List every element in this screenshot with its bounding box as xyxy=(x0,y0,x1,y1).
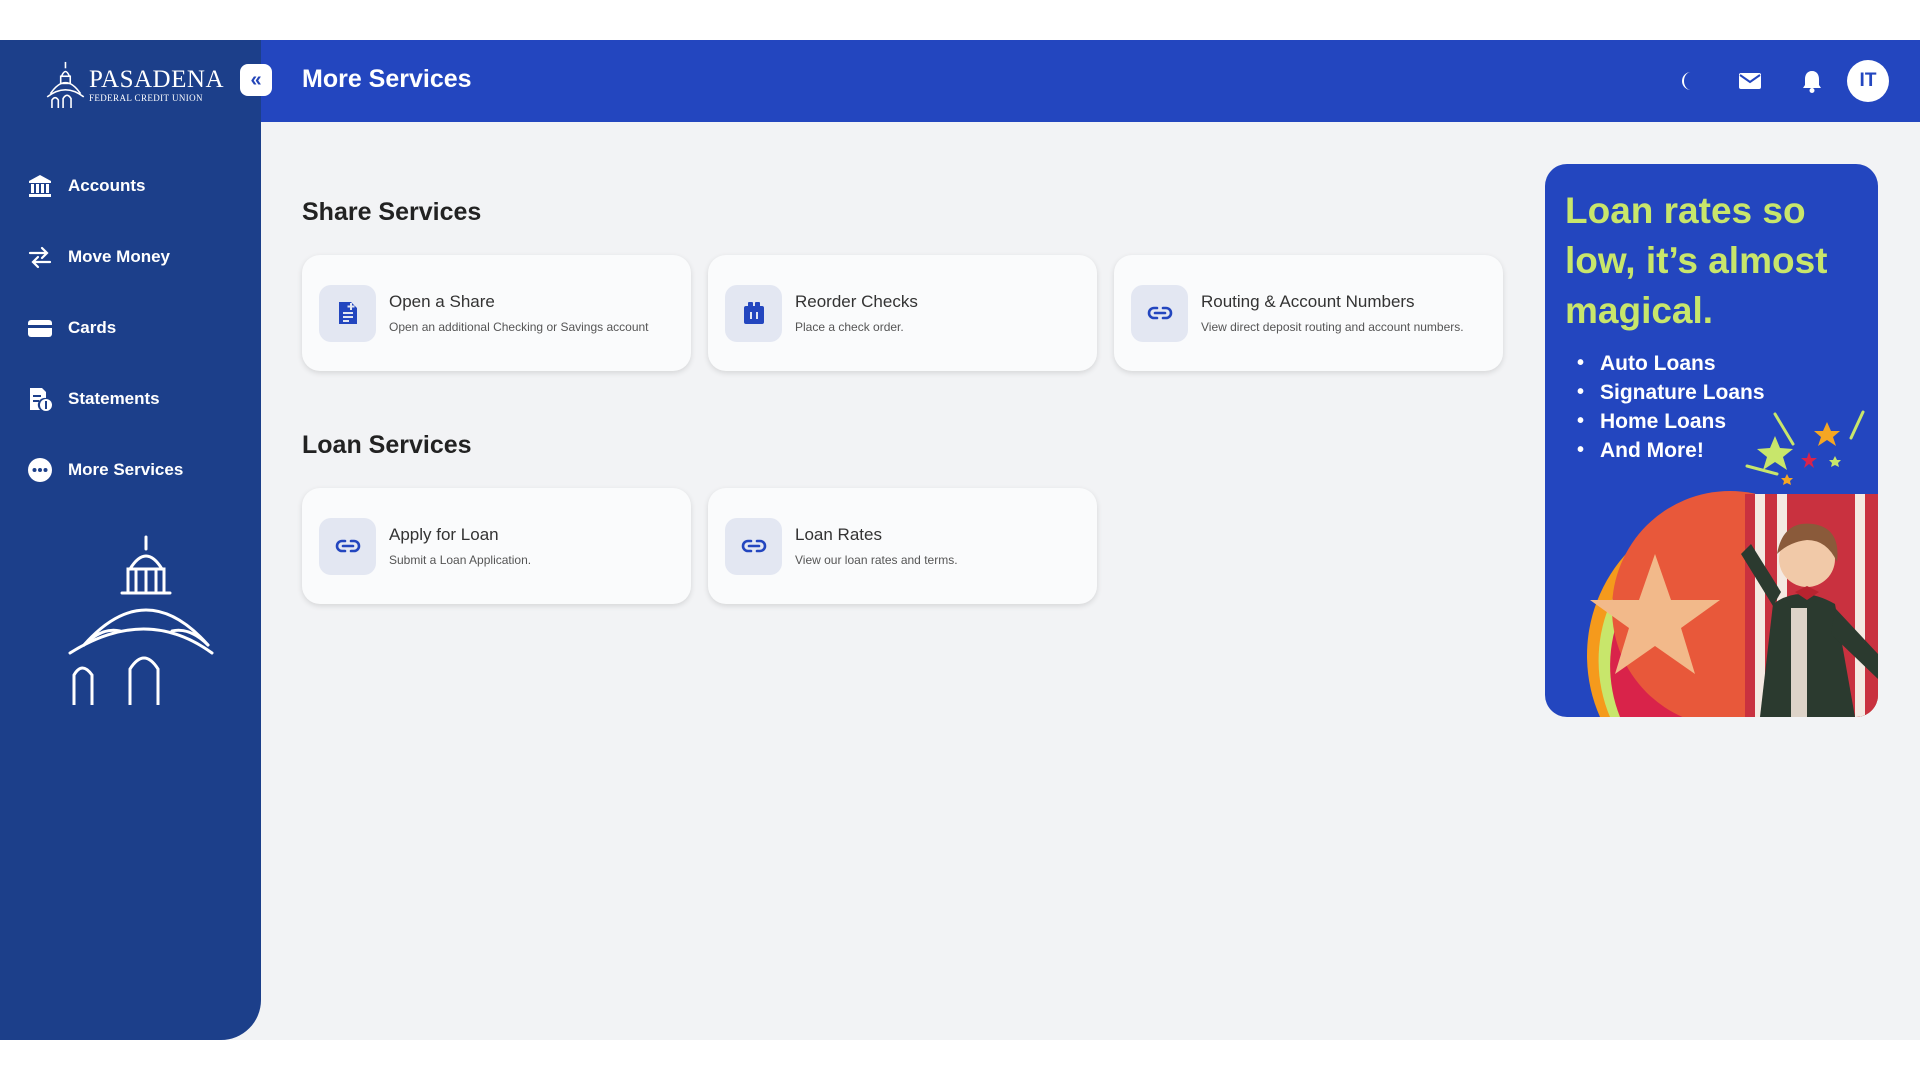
card-icon-tile xyxy=(319,284,376,342)
sidebar-item-label: Accounts xyxy=(68,175,146,195)
card-description: Submit a Loan Application. xyxy=(389,552,532,567)
card-title: Apply for Loan xyxy=(389,524,499,544)
card-icon-tile xyxy=(319,517,376,575)
card-description: Open an additional Checking or Savings a… xyxy=(389,319,649,334)
dome-illustration-icon xyxy=(68,535,214,705)
sidebar-item-label: Move Money xyxy=(68,246,171,266)
ad-list-item: Auto Loans xyxy=(1577,349,1765,378)
theme-toggle-button[interactable] xyxy=(1673,66,1703,96)
ad-headline: Loan rates so low, it’s almost magical. xyxy=(1565,190,1828,331)
card-description: View direct deposit routing and account … xyxy=(1201,319,1464,334)
sidebar-item-move-money[interactable]: Move Money xyxy=(0,221,261,292)
sidebar-item-cards[interactable]: Cards xyxy=(0,292,261,363)
transfer-icon xyxy=(28,246,52,268)
card-title: Loan Rates xyxy=(795,524,882,544)
card-title: Open a Share xyxy=(389,291,495,311)
card-icon-tile xyxy=(725,517,782,575)
brand-logo[interactable]: PASADENA FEDERAL CREDIT UNION xyxy=(44,54,224,116)
sidebar-item-accounts[interactable]: Accounts xyxy=(0,150,261,221)
dome-logo-icon xyxy=(46,61,85,109)
card-reorder-checks[interactable]: Reorder Checks Place a check order. xyxy=(708,255,1097,371)
card-icon-tile xyxy=(1131,284,1188,342)
notifications-button[interactable] xyxy=(1797,66,1827,96)
mail-icon xyxy=(1739,73,1761,89)
card-title: Reorder Checks xyxy=(795,291,918,311)
bell-icon xyxy=(1803,71,1821,93)
section-title-loan-services: Loan Services xyxy=(302,431,472,459)
sidebar-collapse-button[interactable]: « xyxy=(240,64,272,96)
card-title: Routing & Account Numbers xyxy=(1201,291,1415,311)
sidebar: PASADENA FEDERAL CREDIT UNION Accounts M… xyxy=(0,40,261,1040)
card-icon-tile xyxy=(725,284,782,342)
app-window: PASADENA FEDERAL CREDIT UNION Accounts M… xyxy=(0,40,1920,1040)
moon-icon xyxy=(1682,72,1691,90)
magician-illustration-icon xyxy=(1587,410,1878,717)
section-title-share-services: Share Services xyxy=(302,198,482,226)
link-icon xyxy=(741,539,766,553)
double-chevron-left-icon: « xyxy=(250,68,262,91)
card-routing-account-numbers[interactable]: Routing & Account Numbers View direct de… xyxy=(1114,255,1503,371)
sidebar-item-label: Cards xyxy=(68,317,117,337)
more-icon xyxy=(28,457,52,482)
card-open-a-share[interactable]: Open a Share Open an additional Checking… xyxy=(302,255,691,371)
loan-rates-ad-banner[interactable]: Loan rates so low, it’s almost magical. … xyxy=(1545,164,1878,717)
link-icon xyxy=(1147,306,1172,320)
card-apply-for-loan[interactable]: Apply for Loan Submit a Loan Application… xyxy=(302,488,691,604)
page-title: More Services xyxy=(302,65,472,93)
card-description: View our loan rates and terms. xyxy=(795,552,958,567)
top-header: More Services IT xyxy=(261,40,1920,122)
user-avatar[interactable]: IT xyxy=(1847,60,1889,102)
statement-icon xyxy=(30,387,52,411)
messages-button[interactable] xyxy=(1735,66,1765,96)
add-document-icon xyxy=(338,302,357,324)
sidebar-item-label: Statements xyxy=(68,388,160,408)
bank-icon xyxy=(29,174,51,197)
sidebar-item-label: More Services xyxy=(68,459,184,479)
sidebar-nav: Accounts Move Money Cards Statements Mor… xyxy=(0,150,261,505)
card-loan-rates[interactable]: Loan Rates View our loan rates and terms… xyxy=(708,488,1097,604)
brand-subtitle: FEDERAL CREDIT UNION xyxy=(88,93,203,103)
card-description: Place a check order. xyxy=(795,319,904,334)
sidebar-item-more-services[interactable]: More Services xyxy=(0,434,261,505)
sidebar-item-statements[interactable]: Statements xyxy=(0,363,261,434)
brand-name: PASADENA xyxy=(88,66,224,93)
link-icon xyxy=(335,539,360,553)
checkbook-icon xyxy=(743,302,764,324)
card-icon xyxy=(28,319,52,337)
